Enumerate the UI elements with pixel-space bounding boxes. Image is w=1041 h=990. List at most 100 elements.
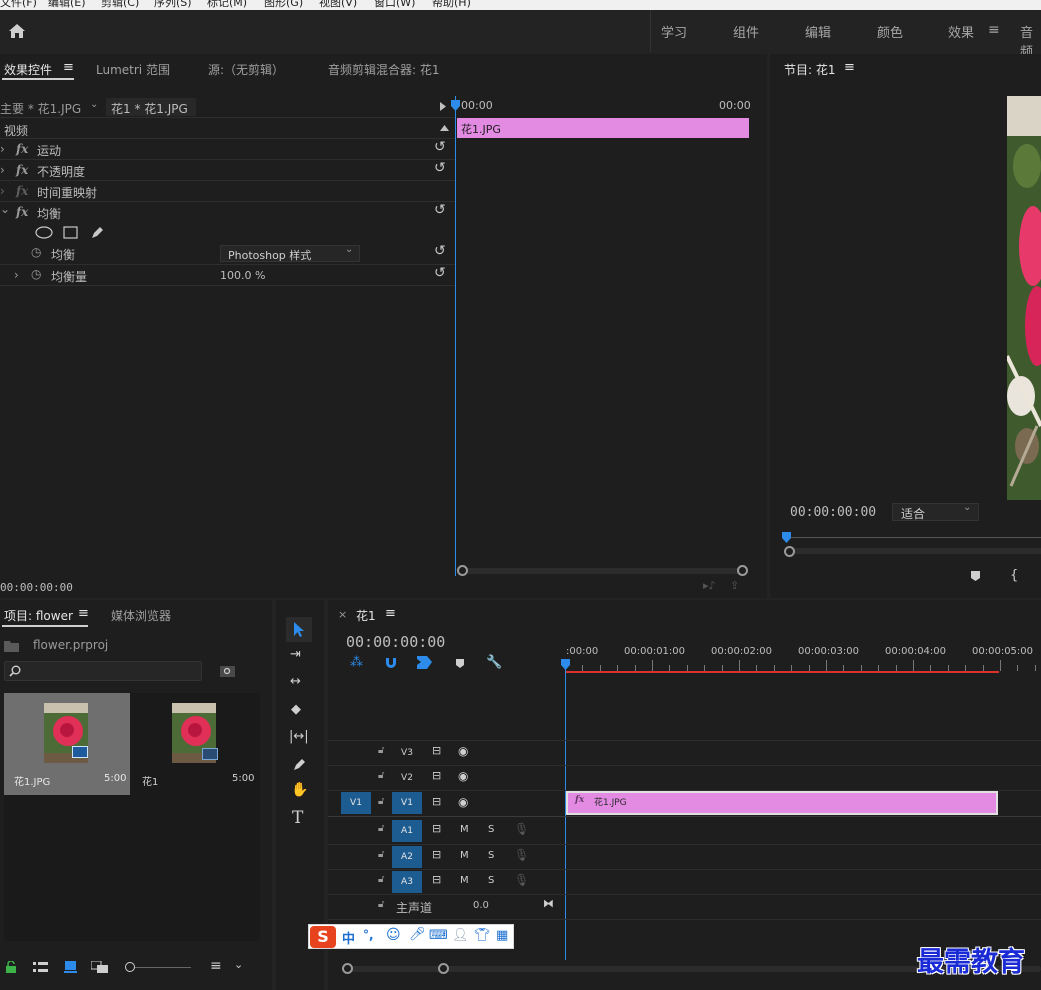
close-icon[interactable]: × [338, 608, 347, 621]
audio-only-icon[interactable]: ▸♪ [703, 579, 716, 592]
chevron-right-icon[interactable]: › [0, 163, 5, 177]
chevron-right-icon[interactable]: › [0, 184, 5, 198]
reset-icon[interactable]: ↺ [434, 160, 446, 176]
scroll-handle-left[interactable] [457, 565, 468, 576]
workspace-effects[interactable]: 效果 [948, 22, 974, 41]
ime-lang-toggle[interactable]: 中 [342, 928, 355, 947]
razor-tool-icon[interactable]: ◆ [291, 702, 301, 717]
source-patch-v1[interactable]: V1 [341, 792, 371, 814]
equalize-style-dropdown[interactable]: Photoshop 样式 ⌄ [220, 244, 360, 262]
track-target-a1[interactable]: A1 [392, 820, 422, 842]
fx-icon[interactable]: fx [16, 205, 28, 219]
track-target-v3[interactable]: V3 [392, 742, 422, 764]
hand-tool-icon[interactable]: ✋ [291, 782, 308, 798]
microphone-icon[interactable]: 🎙︎ [514, 873, 529, 887]
panel-menu-icon[interactable]: ≡ [78, 606, 89, 621]
selection-tool-icon[interactable] [293, 621, 305, 638]
menu-window[interactable]: 窗口(W) [374, 0, 415, 10]
lock-icon[interactable]: 🔓︎ [378, 745, 384, 756]
add-marker-icon[interactable] [455, 658, 465, 669]
user-icon[interactable]: 👤︎ [452, 928, 469, 943]
lock-icon[interactable]: 🔓︎ [378, 874, 384, 885]
sync-lock-icon[interactable]: ⊟ [432, 873, 441, 886]
skin-icon[interactable]: 👕︎ [474, 928, 491, 943]
playhead-icon[interactable] [561, 659, 570, 670]
add-marker-icon[interactable] [970, 570, 981, 582]
track-target-v2[interactable]: V2 [392, 767, 422, 789]
slip-tool-icon[interactable]: |↔| [289, 729, 309, 744]
collapse-up-icon[interactable] [440, 125, 449, 131]
chevron-down-icon[interactable]: ⌄ [0, 202, 10, 216]
effect-row-opacity[interactable]: › fx 不透明度 ↺ [0, 160, 455, 181]
stopwatch-icon[interactable]: ◷ [31, 245, 41, 259]
chevron-right-icon[interactable]: › [14, 268, 19, 282]
eye-icon[interactable]: ◉ [458, 744, 468, 758]
find-bin-icon[interactable] [220, 664, 235, 677]
playhead-icon[interactable] [782, 532, 791, 543]
reset-icon[interactable]: ↺ [434, 243, 446, 259]
mute-button[interactable]: M [460, 875, 469, 886]
scroll-handle-right[interactable] [438, 963, 449, 974]
type-tool-icon[interactable]: T [292, 808, 303, 828]
playhead-icon[interactable] [451, 100, 460, 111]
program-scrollbar[interactable] [786, 548, 1041, 554]
sync-lock-icon[interactable]: ⊟ [432, 848, 441, 861]
zoom-slider-handle[interactable] [125, 962, 135, 972]
eye-icon[interactable]: ◉ [458, 795, 468, 809]
lock-icon[interactable] [6, 961, 16, 973]
menu-help[interactable]: 帮助(H) [432, 0, 471, 10]
lock-icon[interactable]: 🔓︎ [378, 899, 384, 910]
sync-lock-icon[interactable]: ⊟ [432, 795, 441, 808]
workspace-color[interactable]: 颜色 [877, 22, 903, 41]
sync-lock-icon[interactable]: ⊟ [432, 744, 441, 757]
solo-button[interactable]: S [488, 850, 494, 861]
lock-icon[interactable]: 🔓︎ [378, 796, 384, 807]
list-view-icon[interactable] [33, 962, 48, 973]
menu-view[interactable]: 视图(V) [319, 0, 357, 10]
microphone-icon[interactable]: 🎙︎ [514, 848, 529, 862]
fx-icon[interactable]: fx [16, 163, 28, 177]
sync-lock-icon[interactable]: ⊟ [432, 769, 441, 782]
freeform-view-icon[interactable] [91, 961, 109, 973]
go-to-in-out-icon[interactable]: ⧓ [543, 897, 554, 910]
solo-button[interactable]: S [488, 824, 494, 835]
tab-project[interactable]: 项目: flower [4, 607, 73, 624]
sort-icon[interactable]: ≡ [210, 958, 222, 974]
tab-media-browser[interactable]: 媒体浏览器 [111, 607, 171, 624]
effect-row-equalize[interactable]: ⌄ fx 均衡 ↺ [0, 202, 455, 223]
master-clip-label[interactable]: 主要 * 花1.JPG [0, 100, 81, 117]
tab-source[interactable]: 源:（无剪辑） [208, 61, 284, 78]
ripple-edit-tool-icon[interactable]: ↔ [290, 674, 301, 689]
sequence-clip-label[interactable]: 花1 * 花1.JPG [111, 100, 188, 117]
solo-button[interactable]: S [488, 875, 494, 886]
workspace-editing[interactable]: 编辑 [805, 22, 831, 41]
tab-audio-clip-mixer[interactable]: 音频剪辑混合器: 花1 [328, 61, 440, 78]
chevron-down-icon[interactable]: ⌄ [90, 99, 98, 110]
lock-icon[interactable]: 🔓︎ [378, 770, 384, 781]
time-ruler-ticks[interactable] [565, 658, 1041, 672]
project-item[interactable]: 花1.JPG 5:00 [4, 693, 130, 795]
workspace-assembly[interactable]: 组件 [733, 22, 759, 41]
master-volume-value[interactable]: 0.0 [473, 900, 489, 911]
stopwatch-icon[interactable]: ◷ [31, 267, 41, 281]
menu-edit[interactable]: 编辑(E) [48, 0, 86, 10]
menu-marker[interactable]: 标记(M) [207, 0, 247, 10]
program-timecode[interactable]: 00:00:00:00 [790, 505, 876, 520]
menu-file[interactable]: 文件(F) [0, 0, 37, 10]
mute-button[interactable]: M [460, 824, 469, 835]
pen-mask-icon[interactable] [90, 225, 105, 240]
chevron-down-icon[interactable]: ⌄ [234, 958, 243, 971]
nest-icon[interactable]: ⁂ [350, 655, 363, 670]
lock-icon[interactable]: 🔓︎ [378, 849, 384, 860]
ellipse-mask-icon[interactable] [35, 226, 53, 239]
menu-graphics[interactable]: 图形(G) [264, 0, 303, 10]
voice-input-icon[interactable]: 🎤︎ [409, 927, 426, 942]
workspace-learn[interactable]: 学习 [661, 22, 687, 41]
sogou-logo-icon[interactable]: S [310, 926, 336, 948]
export-icon[interactable]: ⇪ [730, 579, 739, 592]
mark-in-icon[interactable]: { [1010, 568, 1018, 583]
reset-icon[interactable]: ↺ [434, 265, 446, 281]
zoom-slider[interactable] [135, 967, 191, 968]
menu-sequence[interactable]: 序列(S) [154, 0, 192, 10]
eye-icon[interactable]: ◉ [458, 769, 468, 783]
